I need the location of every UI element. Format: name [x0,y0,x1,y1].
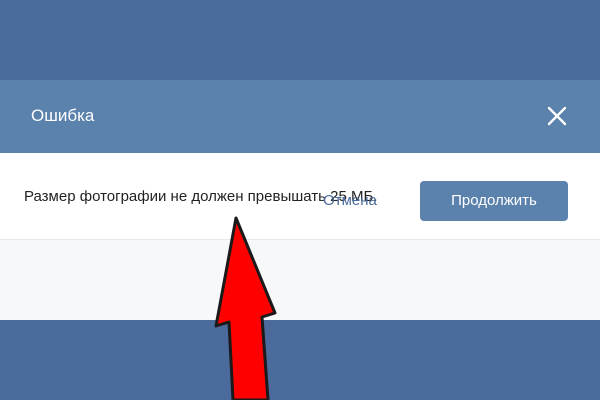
dialog-header: Ошибка [0,80,600,153]
close-icon[interactable] [546,105,568,127]
continue-button[interactable]: Продолжить [420,181,568,221]
dialog-title: Ошибка [31,106,95,125]
cancel-button[interactable]: Отмена [306,181,394,221]
dialog-footer [0,240,600,320]
